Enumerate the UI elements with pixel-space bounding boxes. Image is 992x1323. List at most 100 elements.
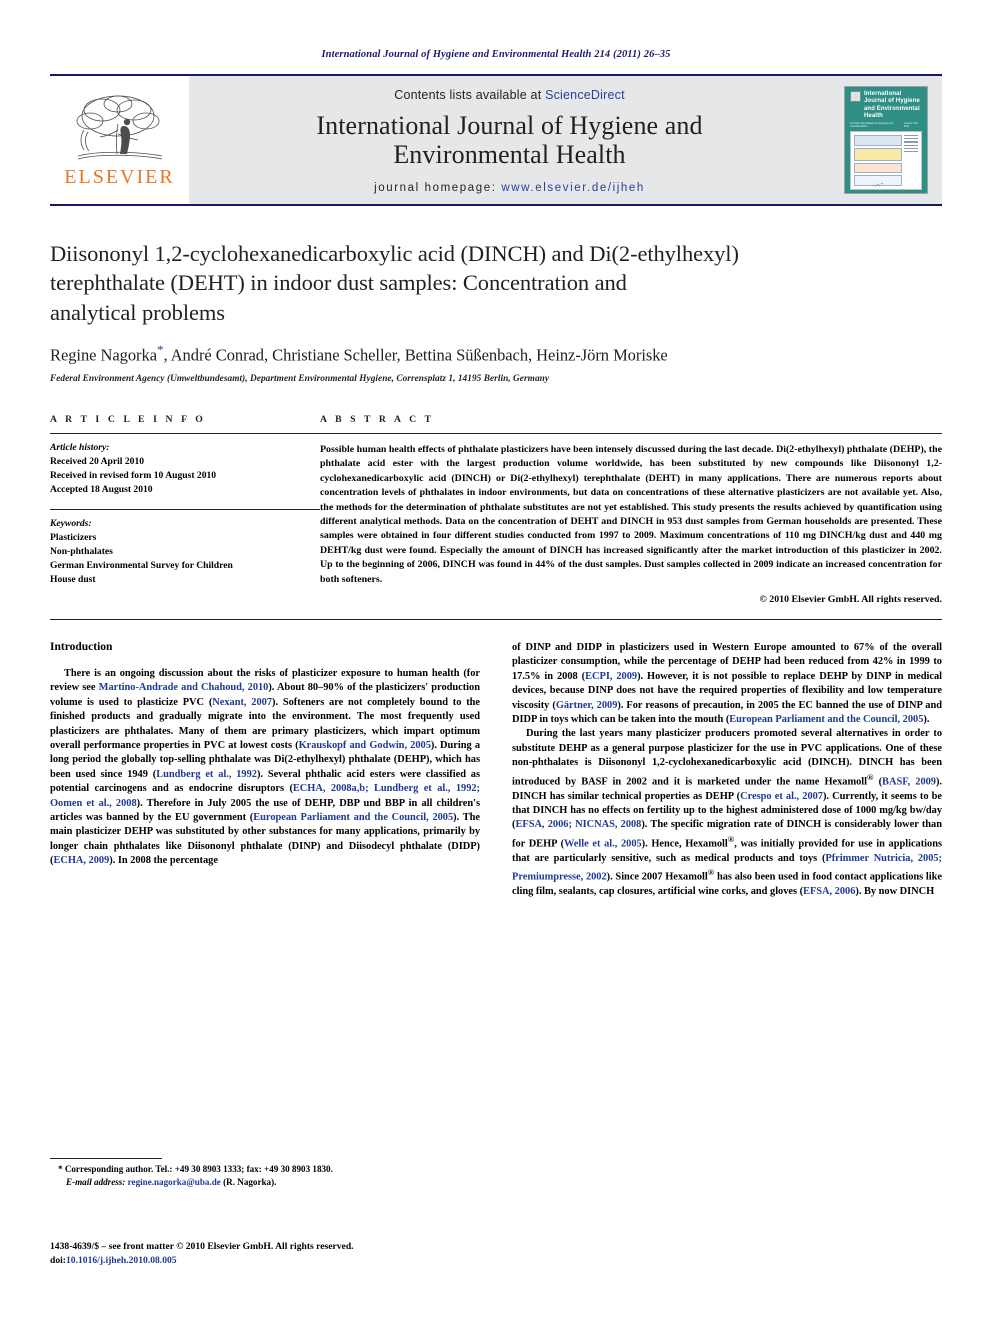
email-label: E-mail address: xyxy=(66,1176,126,1187)
citation-link[interactable]: EFSA, 2006 xyxy=(803,886,855,897)
cover-title: International Journal of Hygiene and Env… xyxy=(864,91,920,119)
text-run: ). xyxy=(923,714,930,725)
keyword-item: House dust xyxy=(50,573,96,585)
cover-figure-3 xyxy=(854,163,902,174)
sciencedirect-link[interactable]: ScienceDirect xyxy=(545,88,625,102)
citation-link[interactable]: Crespo et al., 2007 xyxy=(740,791,823,802)
citation-link[interactable]: Gärtner, 2009 xyxy=(556,700,618,711)
footnote-block: * Corresponding author. Tel.: +49 30 890… xyxy=(50,1158,480,1189)
body-top-divider xyxy=(50,618,942,620)
cover-side-line xyxy=(904,141,918,143)
cover-figure-1 xyxy=(854,135,902,147)
contents-line: Contents lists available at ScienceDirec… xyxy=(394,88,625,102)
citation-link[interactable]: BASF, 2009 xyxy=(882,776,936,787)
cover-side-line xyxy=(904,150,918,152)
citation-link[interactable]: European Parliament and the Council, 200… xyxy=(253,812,453,823)
elsevier-wordmark: ELSEVIER xyxy=(64,165,175,188)
issn-copyright-line: 1438-4639/$ – see front matter © 2010 El… xyxy=(50,1241,354,1252)
article-history-label: Article history: xyxy=(50,441,110,453)
article-title-line3: analytical problems xyxy=(50,299,225,325)
journal-title-line2: Environmental Health xyxy=(393,140,626,169)
text-run: ). In 2008 the percentage xyxy=(109,855,218,867)
citation-link[interactable]: Nexant, 2007 xyxy=(212,697,272,708)
intro-paragraph-1-continued: of DINP and DIDP in plasticizers used in… xyxy=(512,641,942,727)
text-run: ). Since 2007 Hexamoll xyxy=(606,871,708,883)
elsevier-tree-icon xyxy=(76,95,162,159)
email-link[interactable]: regine.nagorka@uba.de xyxy=(128,1177,221,1187)
citation-link[interactable]: Martino-Andrade and Chahoud, 2010 xyxy=(99,682,269,693)
text-run: ). By now DINCH xyxy=(855,885,935,897)
keywords-group: Keywords: Plasticizers Non-phthalates Ge… xyxy=(50,510,320,587)
cover-figure-panel xyxy=(850,131,922,191)
running-head: International Journal of Hygiene and Env… xyxy=(321,49,671,60)
cover-head: International Journal of Hygiene and Env… xyxy=(850,91,922,120)
journal-title-line1: International Journal of Hygiene and xyxy=(316,110,703,140)
imprint-block: 1438-4639/$ – see front matter © 2010 El… xyxy=(50,1240,510,1269)
citation-link[interactable]: EFSA, 2006; NICNAS, 2008 xyxy=(515,819,641,830)
abstract-column: A B S T R A C T Possible human health ef… xyxy=(320,414,942,605)
molecule-icon xyxy=(871,183,884,189)
homepage-url-link[interactable]: www.elsevier.de/ijheh xyxy=(501,182,645,194)
article-history-group: Article history: Received 20 April 2010 … xyxy=(50,434,320,497)
cover-side-line xyxy=(904,138,918,140)
cover-publisher-badge-icon xyxy=(850,91,861,102)
keywords-label: Keywords: xyxy=(50,517,92,529)
body-column-right: of DINP and DIDP in plasticizers used in… xyxy=(512,641,942,899)
masthead-center: Contents lists available at ScienceDirec… xyxy=(189,76,830,204)
corresponding-author-text: * Corresponding author. Tel.: +49 30 890… xyxy=(58,1164,333,1174)
email-note: E-mail address: regine.nagorka@uba.de (R… xyxy=(50,1176,480,1189)
journal-masthead: ELSEVIER Contents lists available at Sci… xyxy=(50,74,942,206)
journal-title: International Journal of Hygiene and Env… xyxy=(316,111,702,169)
contents-prefix: Contents lists available at xyxy=(394,87,542,102)
doi-line: doi:10.1016/j.ijheh.2010.08.005 xyxy=(50,1254,510,1268)
email-attribution: (R. Nagorka). xyxy=(220,1176,277,1187)
corresponding-author-note: * Corresponding author. Tel.: +49 30 890… xyxy=(50,1163,480,1176)
cover-side-line xyxy=(904,135,918,137)
abstract-text: Possible human health effects of phthala… xyxy=(320,443,942,585)
article-history-item: Received 20 April 2010 xyxy=(50,455,145,467)
cover-side-column xyxy=(904,135,918,186)
cover-subtitle-left: Formerly Zentralblatt für Hygiene und Um… xyxy=(850,122,893,129)
journal-article-page: International Journal of Hygiene and Env… xyxy=(0,0,992,1323)
author-affiliation: Federal Environment Agency (Umweltbundes… xyxy=(50,373,550,384)
doi-link[interactable]: 10.1016/j.ijheh.2010.08.005 xyxy=(66,1255,177,1266)
abstract-heading: A B S T R A C T xyxy=(320,413,435,425)
journal-cover-cell: International Journal of Hygiene and Env… xyxy=(830,76,942,204)
citation-link[interactable]: Lundberg et al., 1992 xyxy=(156,769,257,780)
abstract-copyright: © 2010 Elsevier GmbH. All rights reserve… xyxy=(759,593,942,605)
cover-side-line xyxy=(904,144,918,146)
citation-link[interactable]: Welle et al., 2005 xyxy=(564,838,642,849)
body-columns: Introduction There is an ongoing discuss… xyxy=(50,641,942,899)
footnote-rule xyxy=(50,1158,162,1159)
citation-link[interactable]: ECPI, 2009 xyxy=(585,671,637,682)
citation-link[interactable]: European Parliament and the Council, 200… xyxy=(729,714,923,725)
cover-figure-molecule xyxy=(854,175,902,189)
doi-label: doi: xyxy=(50,1255,66,1267)
text-run: ( xyxy=(873,776,883,788)
article-info-column: A R T I C L E I N F O Article history: R… xyxy=(50,414,320,605)
article-info-heading: A R T I C L E I N F O xyxy=(50,413,206,425)
article-title-line1: Diisononyl 1,2-cyclohexanedicarboxylic a… xyxy=(50,241,739,266)
body-column-left: Introduction There is an ongoing discuss… xyxy=(50,641,480,899)
cover-figure-2 xyxy=(854,148,902,162)
first-author: Regine Nagorka xyxy=(50,345,157,365)
intro-paragraph-1: There is an ongoing discussion about the… xyxy=(50,667,480,869)
cover-subtitle-row: Formerly Zentralblatt für Hygiene und Um… xyxy=(850,122,922,128)
cover-side-line xyxy=(904,147,918,149)
section-heading-introduction: Introduction xyxy=(50,640,113,653)
citation-link[interactable]: ECHA, 2009 xyxy=(53,855,109,866)
text-run: ). Hence, Hexamoll xyxy=(641,838,728,850)
author-list: Regine Nagorka*, André Conrad, Christian… xyxy=(50,342,942,366)
homepage-label: journal homepage: xyxy=(374,182,497,195)
keyword-item: German Environmental Survey for Children xyxy=(50,559,233,571)
citation-link[interactable]: Krauskopf and Godwin, 2005 xyxy=(299,740,431,751)
journal-cover-thumbnail[interactable]: International Journal of Hygiene and Env… xyxy=(844,86,928,194)
remaining-authors: , André Conrad, Christiane Scheller, Bet… xyxy=(163,345,668,365)
article-history-item: Accepted 18 August 2010 xyxy=(50,483,153,495)
intro-paragraph-2: During the last years many plasticizer p… xyxy=(512,727,942,899)
info-abstract-region: A R T I C L E I N F O Article history: R… xyxy=(50,414,942,605)
cover-figures xyxy=(854,135,902,189)
article-title-line2: terephthalate (DEHT) in indoor dust samp… xyxy=(50,270,627,296)
journal-homepage-line: journal homepage: www.elsevier.de/ijheh xyxy=(374,182,645,194)
